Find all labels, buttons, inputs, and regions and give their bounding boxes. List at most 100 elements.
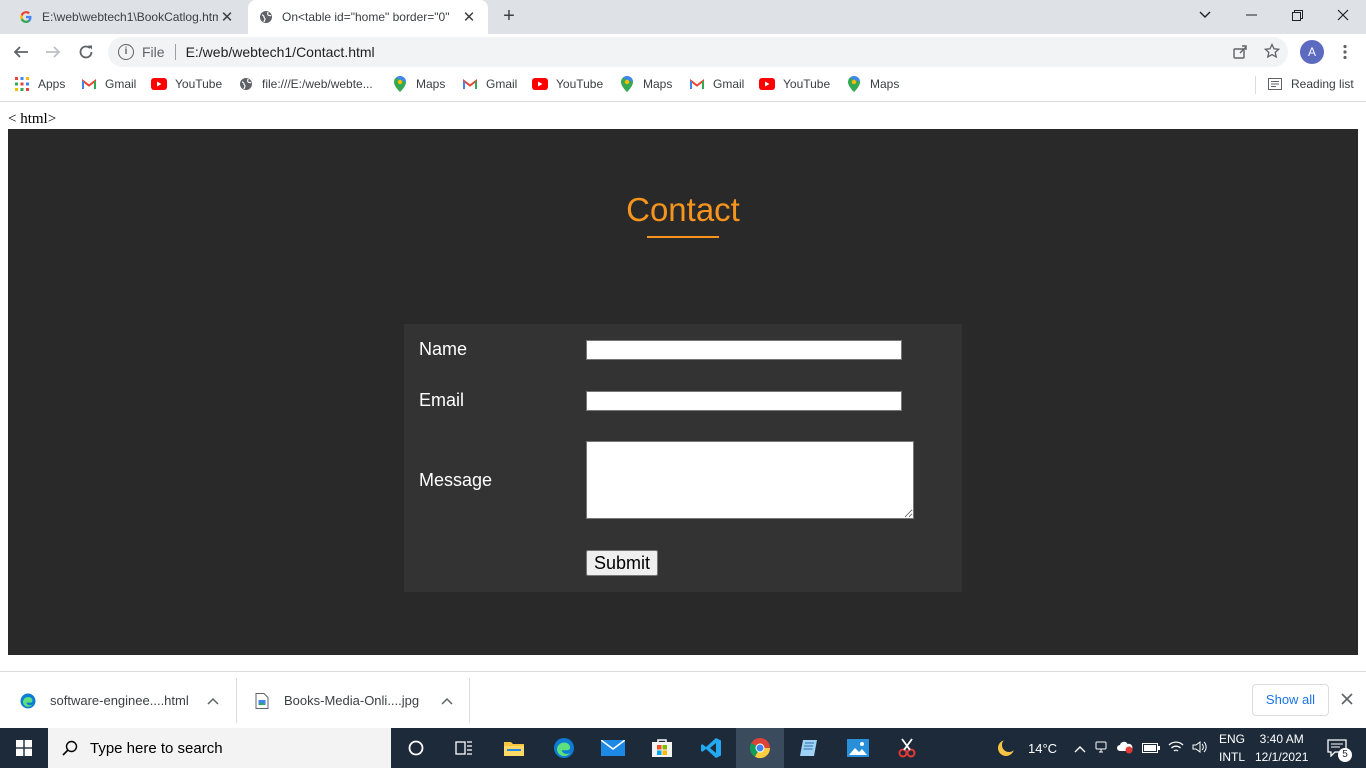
bookmark-gmail[interactable]: Gmail [81, 70, 136, 98]
divider [236, 678, 237, 723]
maps-pin-icon [392, 76, 408, 92]
reload-icon[interactable] [73, 39, 99, 65]
bookmark-youtube[interactable]: YouTube [532, 70, 603, 98]
battery-icon[interactable] [1142, 741, 1160, 756]
moon-icon [996, 738, 1016, 758]
gmail-icon [81, 76, 97, 92]
menu-kebab-icon[interactable] [1332, 39, 1358, 65]
close-downloads-icon[interactable] [1341, 693, 1353, 708]
apps-grid-icon [14, 76, 30, 92]
title-underline [647, 236, 719, 238]
new-tab-icon[interactable]: + [498, 6, 520, 28]
file-explorer-icon[interactable] [490, 728, 538, 768]
volume-icon[interactable] [1192, 740, 1208, 757]
cortana-icon[interactable] [392, 728, 440, 768]
tab-contact[interactable]: On<table id="home" border="0" ✕ [248, 0, 488, 34]
bookmark-maps[interactable]: Maps [846, 70, 899, 98]
weather-widget[interactable]: 14°C [996, 728, 1057, 768]
bookmark-label: Maps [643, 77, 673, 91]
profile-avatar[interactable]: A [1300, 40, 1324, 64]
message-label: Message [419, 470, 493, 490]
bookmark-label: Maps [416, 77, 446, 91]
image-file-icon [254, 692, 270, 709]
wifi-icon[interactable] [1168, 740, 1184, 757]
bookmark-file[interactable]: file:///E:/web/webte... [238, 70, 373, 98]
photos-icon[interactable] [834, 728, 882, 768]
bookmark-youtube[interactable]: YouTube [759, 70, 830, 98]
contact-section: Contact Name Email Message Submit [8, 129, 1358, 655]
back-icon[interactable] [8, 39, 34, 65]
chevron-up-icon[interactable] [207, 693, 219, 708]
minimize-icon[interactable] [1228, 0, 1274, 30]
address-bar[interactable]: i File E:/web/webtech1/Contact.html [108, 37, 1288, 67]
tab-search-icon[interactable] [1182, 0, 1228, 30]
page-viewport: < html> Contact Name Email Message Submi… [0, 103, 1366, 671]
bookmark-apps[interactable]: Apps [14, 70, 65, 98]
restore-icon[interactable] [1274, 0, 1320, 30]
bookmark-maps[interactable]: Maps [392, 70, 445, 98]
globe-icon [258, 9, 274, 25]
task-view-icon[interactable] [440, 728, 488, 768]
bookmark-gmail[interactable]: Gmail [462, 70, 517, 98]
gmail-icon [462, 76, 478, 92]
edge-browser-icon[interactable] [540, 728, 588, 768]
date-text: 12/1/2021 [1255, 750, 1309, 764]
downloads-bar: software-enginee....html Books-Media-Onl… [0, 671, 1366, 728]
bookmark-star-icon[interactable] [1263, 42, 1281, 62]
download-item[interactable]: Books-Media-Onli....jpg [254, 672, 453, 729]
bookmark-label: Apps [38, 77, 66, 91]
bookmark-youtube[interactable]: YouTube [151, 70, 222, 98]
contact-form: Name Email Message Submit [404, 324, 962, 592]
close-window-icon[interactable] [1320, 0, 1366, 30]
notepad-app-icon[interactable] [785, 728, 833, 768]
taskbar-search[interactable]: Type here to search [48, 728, 391, 768]
clock[interactable]: 3:40 AM 12/1/2021 [1255, 728, 1308, 768]
windows-start-icon[interactable] [0, 728, 48, 768]
vscode-icon[interactable] [687, 728, 735, 768]
download-item[interactable]: software-enginee....html [20, 672, 219, 729]
share-icon[interactable] [1232, 44, 1248, 63]
show-all-button[interactable]: Show all [1252, 684, 1329, 716]
chevron-up-icon[interactable] [441, 693, 453, 708]
snipping-tool-icon[interactable] [883, 728, 931, 768]
chevron-up-icon[interactable] [1074, 741, 1086, 756]
bookmark-label: YouTube [783, 77, 831, 91]
chrome-icon[interactable] [736, 728, 784, 768]
reading-list-button[interactable]: Reading list [1267, 70, 1354, 98]
youtube-icon [759, 76, 775, 92]
download-filename: Books-Media-Onli....jpg [284, 693, 420, 708]
bookmark-gmail[interactable]: Gmail [689, 70, 744, 98]
bookmark-label: YouTube [175, 77, 223, 91]
store-icon[interactable] [638, 728, 686, 768]
close-tab-icon[interactable]: ✕ [218, 8, 236, 26]
url-text[interactable]: E:/web/webtech1/Contact.html [186, 44, 375, 60]
name-input[interactable] [586, 340, 902, 360]
message-textarea[interactable] [586, 441, 914, 519]
system-tray-icons [1074, 728, 1208, 768]
bookmark-label: Gmail [713, 77, 745, 91]
download-filename: software-enginee....html [50, 693, 189, 708]
tab-bookcatlog[interactable]: E:\web\webtech1\BookCatlog.htm ✕ [8, 0, 246, 34]
mail-icon[interactable] [589, 728, 637, 768]
notification-center[interactable]: 5 [1324, 728, 1352, 768]
bookmark-label: Gmail [105, 77, 137, 91]
email-input[interactable] [586, 391, 902, 411]
divider [174, 44, 176, 60]
bookmark-label: Maps [870, 77, 900, 91]
name-label: Name [419, 339, 468, 359]
language-indicator[interactable]: ENG INTL [1219, 728, 1245, 768]
meet-now-icon[interactable] [1094, 740, 1108, 757]
search-icon [62, 740, 78, 756]
bookmark-maps[interactable]: Maps [619, 70, 672, 98]
divider [1255, 76, 1256, 94]
submit-button[interactable]: Submit [586, 550, 658, 576]
site-info-icon[interactable]: i [118, 44, 134, 60]
edge-file-icon [20, 693, 36, 709]
close-tab-icon[interactable]: ✕ [460, 8, 478, 26]
tab-strip: E:\web\webtech1\BookCatlog.htm ✕ On<tabl… [0, 0, 1366, 34]
maps-pin-icon [846, 76, 862, 92]
bookmark-label: YouTube [556, 77, 604, 91]
tab-title: On<table id="home" border="0" [282, 10, 450, 24]
onedrive-error-icon[interactable] [1116, 740, 1134, 757]
forward-icon[interactable] [40, 39, 66, 65]
